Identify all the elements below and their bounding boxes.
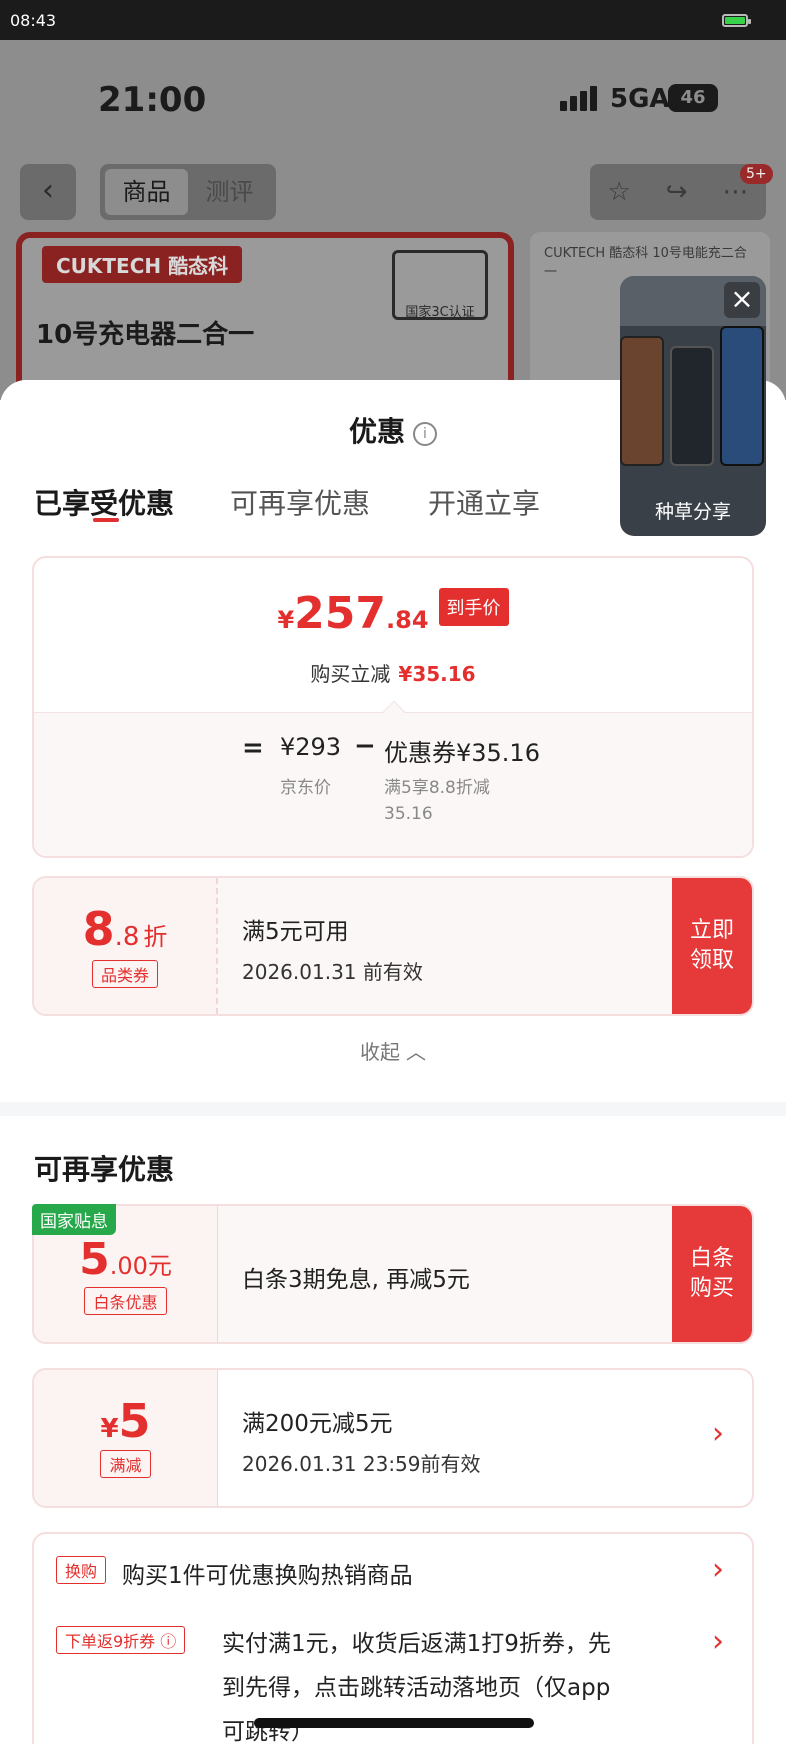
discount-sheet: 优惠 i 已享受优惠 可再享优惠 开通立享 ¥257.84 到手价 购买立减 ¥35.… [0, 380, 786, 1744]
manjian-card[interactable]: ¥5 满减 满200元减5元 2026.01.31 23:59前有效 › [32, 1368, 754, 1508]
back-button[interactable]: ‹ [20, 164, 76, 220]
discount-coupon-card: 8.8 折 品类券 满5元可用 2026.01.31 前有效 立即领取 [32, 876, 754, 1016]
price-breakdown: = ¥293 − 优惠券¥35.16 京东价 满5享8.8折减 35.16 [34, 712, 752, 856]
collapse-label: 收起 [360, 1040, 400, 1064]
coupon-amount: 优惠券¥35.16 [384, 739, 540, 767]
promo-text-rebate-3: 可跳转） [222, 1719, 314, 1744]
coupon-value-block: 8.8 折 品类券 [34, 878, 218, 1014]
message-badge: 5+ [740, 164, 773, 184]
info-icon: ⓘ [160, 1632, 177, 1651]
coupon-value-big: 8 [82, 902, 115, 956]
product-banner: CUKTECH 酷态科 国家3C认证 10号充电器二合一 [16, 232, 514, 400]
price-dec: .84 [386, 606, 429, 634]
price-int: 257 [294, 588, 387, 639]
manjian-valid: 2026.01.31 23:59前有效 [242, 1452, 481, 1476]
manjian-yen: ¥ [100, 1414, 119, 1444]
star-icon[interactable]: ☆ [607, 177, 630, 207]
info-icon[interactable]: i [413, 422, 437, 446]
claim-label-1: 立即 [689, 918, 734, 943]
manjian-value-block: ¥5 满减 [34, 1370, 218, 1506]
baitiao-action-1: 白条 [689, 1246, 734, 1271]
manjian-tag: 满减 [100, 1450, 151, 1478]
coupon-condition: 满5元可用 [242, 919, 349, 945]
final-price-tag: 到手价 [438, 588, 509, 626]
promo-tag-rebate: 下单返9折券 ⓘ [56, 1626, 186, 1654]
bg-phone-time: 21:00 [98, 80, 207, 120]
promo-tag-rebate-label: 下单返9折券 [65, 1632, 156, 1651]
video-label: 种草分享 [654, 501, 731, 523]
phone-image [720, 326, 764, 466]
chevron-up-icon: ︿ [406, 1040, 426, 1064]
floating-video-window[interactable]: × 种草分享 [620, 276, 766, 536]
tab-review[interactable]: 测评 [188, 169, 271, 215]
bg-network: 5GA [610, 84, 670, 114]
baitiao-detail: 白条3期免息, 再减5元 [218, 1206, 674, 1342]
coupon-unit: 折 [143, 923, 168, 951]
coupon-category-tag: 品类券 [91, 960, 158, 988]
promo-row-exchange[interactable]: 换购 购买1件可优惠换购热销商品 › [34, 1534, 752, 1614]
brand-logo: CUKTECH 酷态科 [42, 246, 243, 283]
bg-tab-switch: 商品 测评 [100, 164, 276, 220]
banner-headline: 10号充电器二合一 [36, 320, 255, 350]
gov-subsidy-badge: 国家贴息 [32, 1204, 116, 1235]
system-status-bar: 08:43 [0, 0, 786, 40]
close-icon[interactable]: × [724, 282, 760, 318]
tab-enjoyed[interactable]: 已享受优惠 [34, 482, 174, 522]
baitiao-value-small: .00元 [109, 1252, 172, 1280]
tab-product[interactable]: 商品 [105, 169, 188, 215]
minus-sign: − [354, 731, 376, 761]
signal-icon [560, 86, 600, 111]
collapse-toggle[interactable]: 收起 ︿ [0, 1036, 786, 1065]
baitiao-tag: 白条优惠 [84, 1287, 167, 1315]
section-divider [0, 1102, 786, 1116]
base-price-label: 京东价 [280, 778, 331, 798]
chevron-right-icon: › [712, 1624, 724, 1659]
baitiao-action-2: 购买 [689, 1276, 734, 1301]
baitiao-buy-button[interactable]: 白条 购买 [672, 1206, 752, 1342]
final-price: ¥257.84 到手价 [34, 588, 752, 639]
baitiao-desc: 白条3期免息, 再减5元 [242, 1267, 470, 1293]
promo-text-exchange: 购买1件可优惠换购热销商品 [122, 1563, 413, 1589]
manjian-condition: 满200元减5元 [242, 1411, 393, 1437]
tab-underline [93, 518, 119, 522]
promo-text-rebate-2: 到先得，点击跳转活动落地页（仅app [222, 1675, 611, 1701]
promo-text-rebate-1: 实付满1元，收货后返满1打9折券，先 [222, 1631, 611, 1657]
tab-open[interactable]: 开通立享 [428, 482, 540, 522]
price-yen: ¥ [277, 606, 295, 634]
tab-more[interactable]: 可再享优惠 [230, 482, 370, 522]
promo-tag-exchange: 换购 [56, 1556, 107, 1584]
chevron-left-icon: ‹ [42, 173, 54, 208]
manjian-value: 5 [118, 1394, 151, 1448]
instant-reduce: 购买立减 ¥35.16 [34, 658, 752, 687]
charger-image [670, 346, 714, 466]
baitiao-card: 5.00元 白条优惠 白条3期免息, 再减5元 白条购买 [32, 1204, 754, 1344]
base-price: ¥293 [280, 733, 342, 761]
price-summary-card: ¥257.84 到手价 购买立减 ¥35.16 = ¥293 − 优惠券¥35.16… [32, 556, 754, 858]
coupon-valid: 2026.01.31 前有效 [242, 960, 423, 984]
chevron-right-icon: › [712, 1552, 724, 1587]
sheet-title-text: 优惠 [348, 415, 405, 448]
more-offers-title: 可再享优惠 [34, 1153, 175, 1186]
home-indicator[interactable] [254, 1718, 534, 1728]
share-icon[interactable]: ↪ [666, 177, 688, 207]
bg-battery: 46 [668, 84, 718, 112]
equals-sign: = [242, 733, 264, 763]
coupon-detail: 满5元可用 2026.01.31 前有效 [218, 878, 674, 1014]
battery-icon [722, 14, 751, 27]
manjian-detail: 满200元减5元 2026.01.31 23:59前有效 [218, 1370, 752, 1506]
chevron-right-icon: › [712, 1416, 724, 1451]
claim-label-2: 领取 [689, 948, 734, 973]
claim-coupon-button[interactable]: 立即 领取 [672, 878, 752, 1014]
cert-badge: 国家3C认证 [392, 250, 488, 320]
baitiao-value-big: 5 [79, 1234, 110, 1285]
reduce-label: 购买立减 [310, 662, 391, 686]
phone-image [620, 336, 664, 466]
status-time: 08:43 [10, 11, 57, 30]
coupon-desc-2: 35.16 [384, 804, 433, 824]
coupon-value-small: .8 [114, 922, 140, 952]
promotions-card: 换购 购买1件可优惠换购热销商品 › 下单返9折券 ⓘ 实付满1元，收货后返满1… [32, 1532, 754, 1744]
reduce-value: ¥35.16 [398, 662, 476, 686]
coupon-desc-1: 满5享8.8折减 [384, 778, 490, 798]
